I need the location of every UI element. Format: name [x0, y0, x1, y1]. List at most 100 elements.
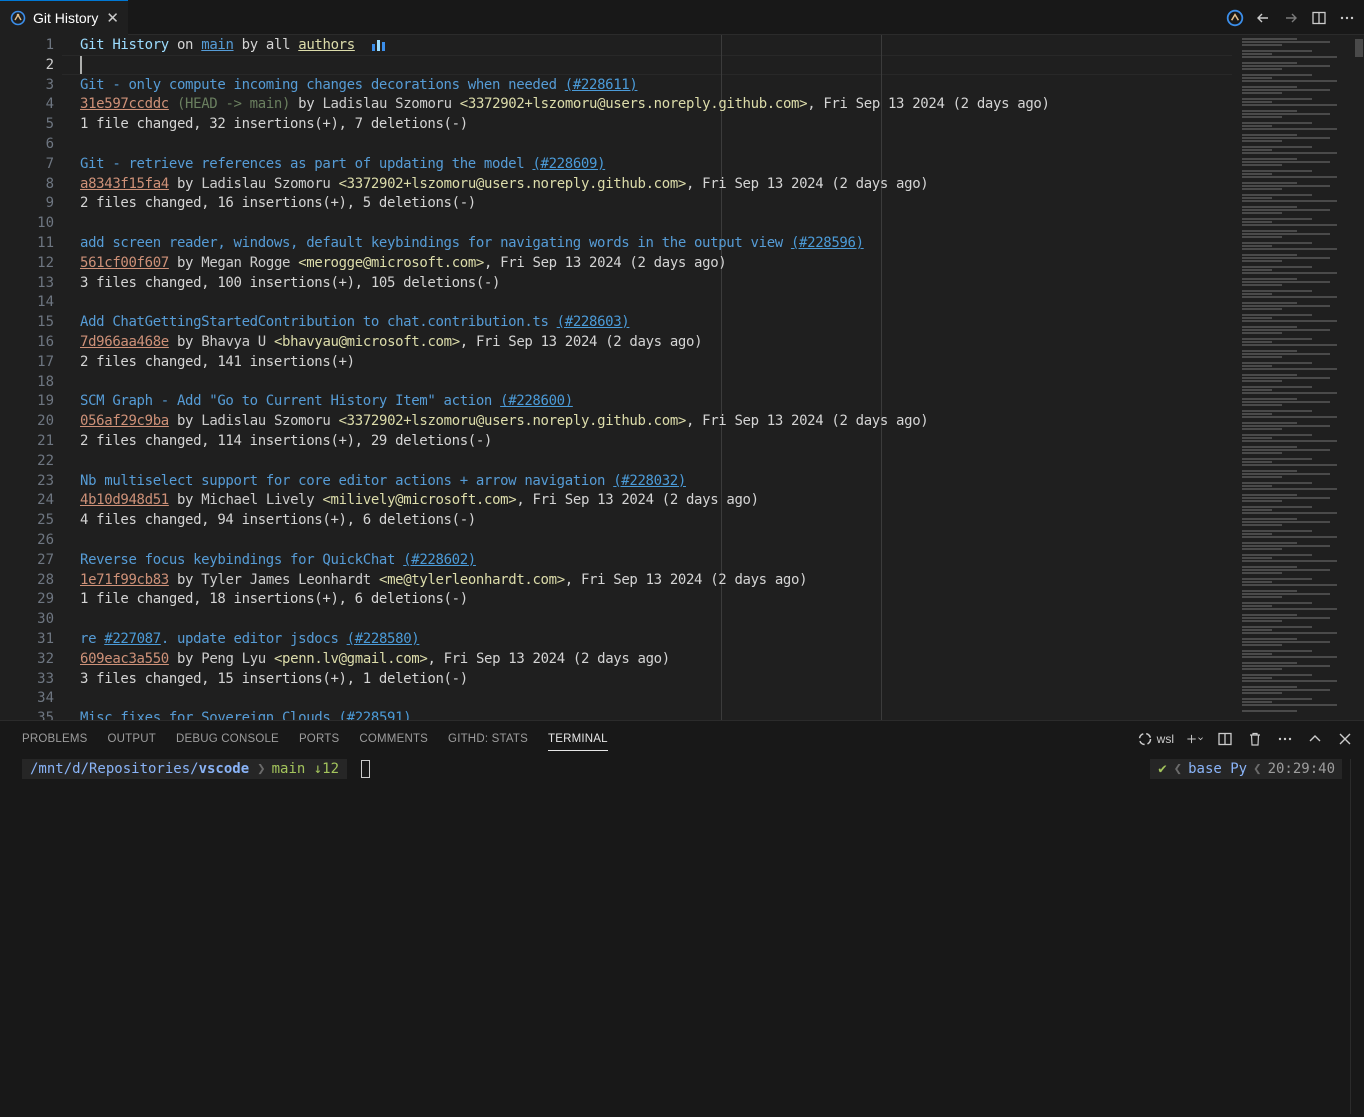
- minimap-line: [1242, 134, 1297, 136]
- minimap-line: [1242, 341, 1272, 343]
- minimap-line: [1242, 506, 1312, 508]
- commit-hash-link[interactable]: 561cf00f607: [80, 255, 169, 271]
- editor-scrollbar[interactable]: [1354, 35, 1364, 720]
- git-history-action-icon[interactable]: [1226, 9, 1244, 27]
- split-terminal-icon[interactable]: [1216, 730, 1234, 748]
- pull-request-link[interactable]: (#228580): [347, 631, 420, 647]
- prompt-separator: ❮: [1173, 761, 1183, 777]
- minimap-line: [1242, 224, 1337, 226]
- minimap-line: [1242, 662, 1297, 664]
- terminal-cursor[interactable]: [361, 760, 371, 778]
- minimap-line: [1242, 518, 1297, 520]
- minimap-line: [1242, 221, 1272, 223]
- commit-author: Tyler James Leonhardt: [201, 571, 371, 588]
- terminal-scrollbar[interactable]: [1350, 759, 1360, 1114]
- panel-tab-problems[interactable]: PROBLEMS: [12, 721, 98, 757]
- pull-request-link[interactable]: (#228596): [791, 235, 864, 251]
- commit-subject-text: Git - retrieve references as part of upd…: [80, 155, 525, 172]
- minimap-line: [1242, 164, 1282, 166]
- minimap-line: [1242, 437, 1272, 439]
- minimap-line: [1242, 596, 1282, 598]
- tab-git-history[interactable]: Git History ✕: [0, 0, 128, 35]
- panel-tab-githd-stats[interactable]: GITHD: STATS: [438, 721, 538, 757]
- line-number: 4: [45, 96, 54, 113]
- commit-subject: add screen reader, windows, default keyb…: [80, 233, 864, 253]
- panel-tab-debug-console[interactable]: DEBUG CONSOLE: [166, 721, 289, 757]
- minimap-line: [1242, 296, 1337, 298]
- split-editor-icon[interactable]: [1310, 9, 1328, 27]
- minimap-line: [1242, 428, 1282, 430]
- close-panel-icon[interactable]: [1336, 730, 1354, 748]
- editor[interactable]: 1 2 3 4 5 6 7 8 9 10 11 12 13 14 15 16 17 18 19 20 21 22 23 24 2…: [0, 35, 1364, 720]
- authors-link[interactable]: authors: [298, 37, 355, 53]
- commit-hash-link[interactable]: 1e71f99cb83: [80, 572, 169, 588]
- minimap-line: [1242, 602, 1312, 604]
- panel-tab-terminal[interactable]: TERMINAL: [538, 721, 618, 757]
- arrow-left-icon[interactable]: [1254, 9, 1272, 27]
- minimap-line: [1242, 581, 1272, 583]
- commit-hash-link[interactable]: 056af29c9ba: [80, 413, 169, 429]
- terminal-selector[interactable]: wsl: [1137, 731, 1174, 747]
- minimap-line: [1242, 512, 1337, 514]
- minimap-line: [1242, 488, 1337, 490]
- minimap-line: [1242, 368, 1337, 370]
- pull-request-link[interactable]: (#228602): [403, 552, 476, 568]
- maximize-panel-icon[interactable]: [1306, 730, 1324, 748]
- by-label: by: [176, 334, 194, 350]
- bar-chart-icon[interactable]: [371, 38, 387, 52]
- panel-tab-ports[interactable]: PORTS: [289, 721, 349, 757]
- commit-email: <merogge@microsoft.com>: [298, 254, 485, 271]
- pull-request-link[interactable]: (#228600): [500, 393, 573, 409]
- line-number: 16: [37, 334, 54, 350]
- pull-request-link[interactable]: (#228591): [339, 710, 412, 720]
- issue-link[interactable]: #227087: [104, 631, 161, 647]
- line-number: 2: [45, 56, 54, 73]
- line-number: 24: [37, 492, 54, 509]
- commit-hash-link[interactable]: 609eac3a550: [80, 651, 169, 667]
- commit-email: <bhavyau@microsoft.com>: [273, 334, 460, 350]
- git-history-document[interactable]: Git History on main by all authors Git -…: [80, 35, 1230, 720]
- minimap-line: [1242, 620, 1282, 622]
- minimap-line: [1242, 416, 1337, 418]
- line-number: 26: [37, 532, 54, 548]
- line-number: 15: [37, 314, 54, 331]
- commit-hash-link[interactable]: 4b10d948d51: [80, 492, 169, 508]
- close-icon[interactable]: ✕: [106, 10, 119, 26]
- line-number: 19: [37, 393, 54, 410]
- commit-date: , Fri Sep 13 2024 (2 days ago): [459, 334, 703, 350]
- line-number: 32: [37, 650, 54, 667]
- minimap[interactable]: [1238, 35, 1354, 720]
- commit-hash-link[interactable]: 31e597ccddc: [80, 96, 169, 112]
- pull-request-link[interactable]: (#228032): [613, 473, 686, 489]
- prompt-git-branch: main ↓12: [267, 759, 348, 779]
- minimap-line: [1242, 50, 1312, 52]
- minimap-line: [1242, 392, 1337, 394]
- commit-date: , Fri Sep 13 2024 (2 days ago): [685, 413, 929, 430]
- more-actions-icon[interactable]: [1276, 730, 1294, 748]
- more-actions-icon[interactable]: [1338, 9, 1356, 27]
- line-number: 18: [37, 373, 54, 390]
- minimap-line: [1242, 674, 1312, 676]
- minimap-line: [1242, 374, 1297, 376]
- pull-request-link[interactable]: (#228603): [557, 314, 630, 330]
- panel-tab-comments[interactable]: COMMENTS: [349, 721, 438, 757]
- by-label: by: [176, 254, 194, 271]
- terminal-right-prompt: ✔ ❮ base Py ❮ 20:29:40: [1150, 759, 1342, 779]
- minimap-line: [1242, 230, 1297, 232]
- minimap-line: [1242, 293, 1272, 295]
- tab-title: Git History: [33, 10, 99, 26]
- branch-link[interactable]: main: [201, 37, 234, 53]
- minimap-line: [1242, 122, 1312, 124]
- arrow-right-icon[interactable]: [1282, 9, 1300, 27]
- commit-date: , Fri Sep 13 2024 (2 days ago): [516, 492, 759, 509]
- minimap-line: [1242, 704, 1337, 706]
- pull-request-link[interactable]: (#228609): [532, 156, 605, 172]
- trash-icon[interactable]: [1246, 730, 1264, 748]
- new-terminal-icon[interactable]: [1186, 730, 1204, 748]
- minimap-line: [1242, 560, 1337, 562]
- commit-hash-link[interactable]: 7d966aa468e: [80, 334, 169, 350]
- commit-hash-link[interactable]: a8343f15fa4: [80, 176, 169, 192]
- panel-tab-output[interactable]: OUTPUT: [98, 721, 166, 757]
- pull-request-link[interactable]: (#228611): [565, 77, 638, 93]
- scrollbar-thumb[interactable]: [1355, 39, 1363, 57]
